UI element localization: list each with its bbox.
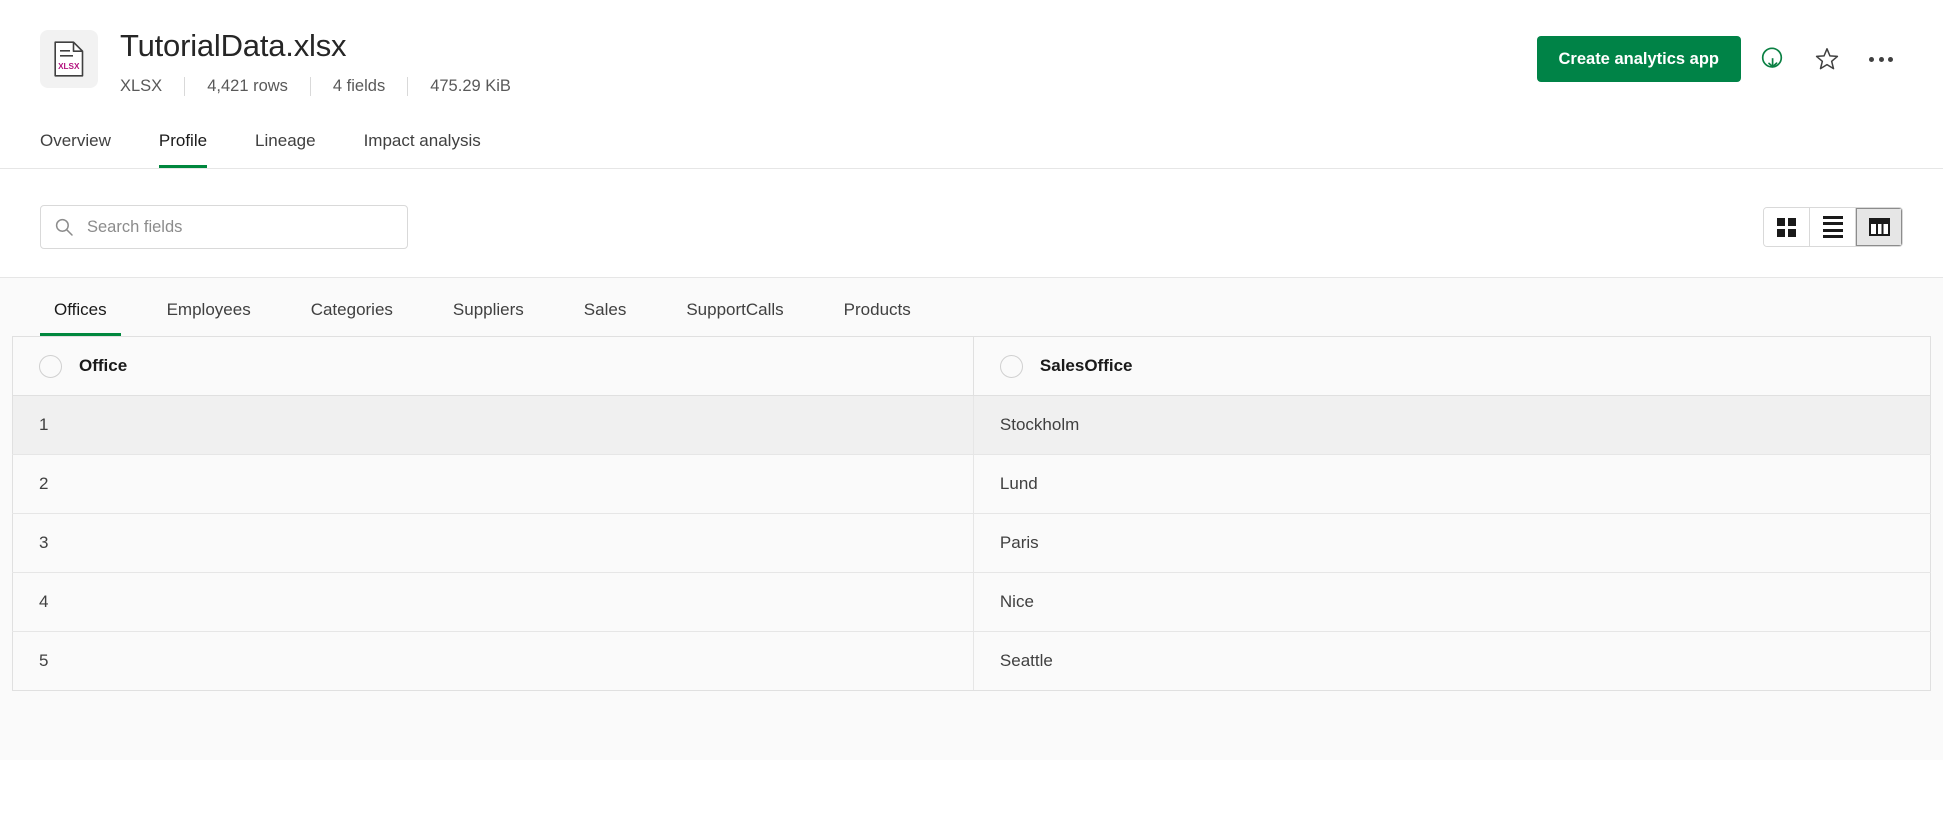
tab-lineage[interactable]: Lineage	[255, 130, 316, 168]
column-header-label: SalesOffice	[1040, 356, 1133, 376]
page-title: TutorialData.xlsx	[120, 26, 1537, 66]
cell-salesoffice: Lund	[973, 455, 1930, 514]
field-tab-sales[interactable]: Sales	[570, 299, 641, 336]
grid-view-button[interactable]	[1764, 208, 1810, 246]
file-type-icon-tile: XLSX	[40, 30, 98, 88]
star-icon	[1814, 46, 1840, 72]
qlik-circle-arrow-icon-button[interactable]	[1751, 37, 1795, 81]
table-row[interactable]: 1 Stockholm	[13, 396, 1931, 455]
table-body: 1 Stockholm 2 Lund 3 Paris 4 Nice 5 Se	[13, 396, 1931, 691]
meta-row-count: 4,421 rows	[207, 75, 288, 97]
field-tab-employees[interactable]: Employees	[153, 299, 265, 336]
fields-toolbar	[0, 169, 1943, 277]
table-row[interactable]: 3 Paris	[13, 514, 1931, 573]
field-tab-categories[interactable]: Categories	[297, 299, 407, 336]
field-tab-supportcalls[interactable]: SupportCalls	[672, 299, 797, 336]
meta-field-count: 4 fields	[333, 75, 385, 97]
cell-office: 5	[13, 632, 974, 691]
meta-divider	[407, 77, 408, 96]
meta-divider	[184, 77, 185, 96]
table-head: Office SalesOffice	[13, 337, 1931, 396]
fields-panel: Offices Employees Categories Suppliers S…	[0, 277, 1943, 760]
tab-profile[interactable]: Profile	[159, 130, 207, 168]
more-options-button[interactable]	[1859, 37, 1903, 81]
table-header-row: Office SalesOffice	[13, 337, 1931, 396]
svg-text:XLSX: XLSX	[58, 62, 80, 71]
column-header-salesoffice[interactable]: SalesOffice	[973, 337, 1930, 396]
cell-office: 2	[13, 455, 974, 514]
cell-office: 1	[13, 396, 974, 455]
field-select-circle-icon[interactable]	[39, 355, 62, 378]
cell-salesoffice: Paris	[973, 514, 1930, 573]
tab-overview[interactable]: Overview	[40, 130, 111, 168]
main-tab-bar: Overview Profile Lineage Impact analysis	[0, 121, 1943, 169]
field-select-circle-icon[interactable]	[1000, 355, 1023, 378]
table-view-button[interactable]	[1856, 208, 1902, 246]
xlsx-file-icon: XLSX	[54, 41, 84, 77]
column-header-label: Office	[79, 356, 127, 376]
file-meta-bar: XLSX 4,421 rows 4 fields 475.29 KiB	[120, 75, 1537, 97]
search-input[interactable]	[40, 205, 408, 249]
tab-impact-analysis[interactable]: Impact analysis	[364, 130, 481, 168]
fields-data-table: Office SalesOffice 1 Stockholm	[12, 336, 1931, 691]
field-tab-suppliers[interactable]: Suppliers	[439, 299, 538, 336]
cell-office: 4	[13, 573, 974, 632]
table-row[interactable]: 4 Nice	[13, 573, 1931, 632]
view-mode-toggle-group	[1763, 207, 1903, 247]
table-row[interactable]: 2 Lund	[13, 455, 1931, 514]
cell-office: 3	[13, 514, 974, 573]
data-table-wrapper: Office SalesOffice 1 Stockholm	[0, 336, 1943, 691]
meta-divider	[310, 77, 311, 96]
field-tab-bar: Offices Employees Categories Suppliers S…	[0, 278, 1943, 336]
list-icon	[1823, 216, 1843, 239]
table-icon	[1869, 218, 1890, 236]
meta-file-size: 475.29 KiB	[430, 75, 511, 97]
table-row[interactable]: 5 Seattle	[13, 632, 1931, 691]
more-horizontal-icon	[1869, 57, 1893, 62]
field-tab-products[interactable]: Products	[830, 299, 925, 336]
grid-icon	[1777, 218, 1796, 237]
header-text-block: TutorialData.xlsx XLSX 4,421 rows 4 fiel…	[120, 26, 1537, 97]
list-view-button[interactable]	[1810, 208, 1856, 246]
favorite-star-button[interactable]	[1805, 37, 1849, 81]
cell-salesoffice: Stockholm	[973, 396, 1930, 455]
meta-format: XLSX	[120, 75, 162, 97]
header-actions: Create analytics app	[1537, 36, 1904, 82]
create-analytics-app-button[interactable]: Create analytics app	[1537, 36, 1742, 82]
column-header-office[interactable]: Office	[13, 337, 974, 396]
cell-salesoffice: Nice	[973, 573, 1930, 632]
cell-salesoffice: Seattle	[973, 632, 1930, 691]
qlik-circle-arrow-icon	[1760, 46, 1786, 72]
field-tab-offices[interactable]: Offices	[40, 299, 121, 336]
search-fields-box	[40, 205, 408, 249]
page-header: XLSX TutorialData.xlsx XLSX 4,421 rows 4…	[0, 0, 1943, 97]
